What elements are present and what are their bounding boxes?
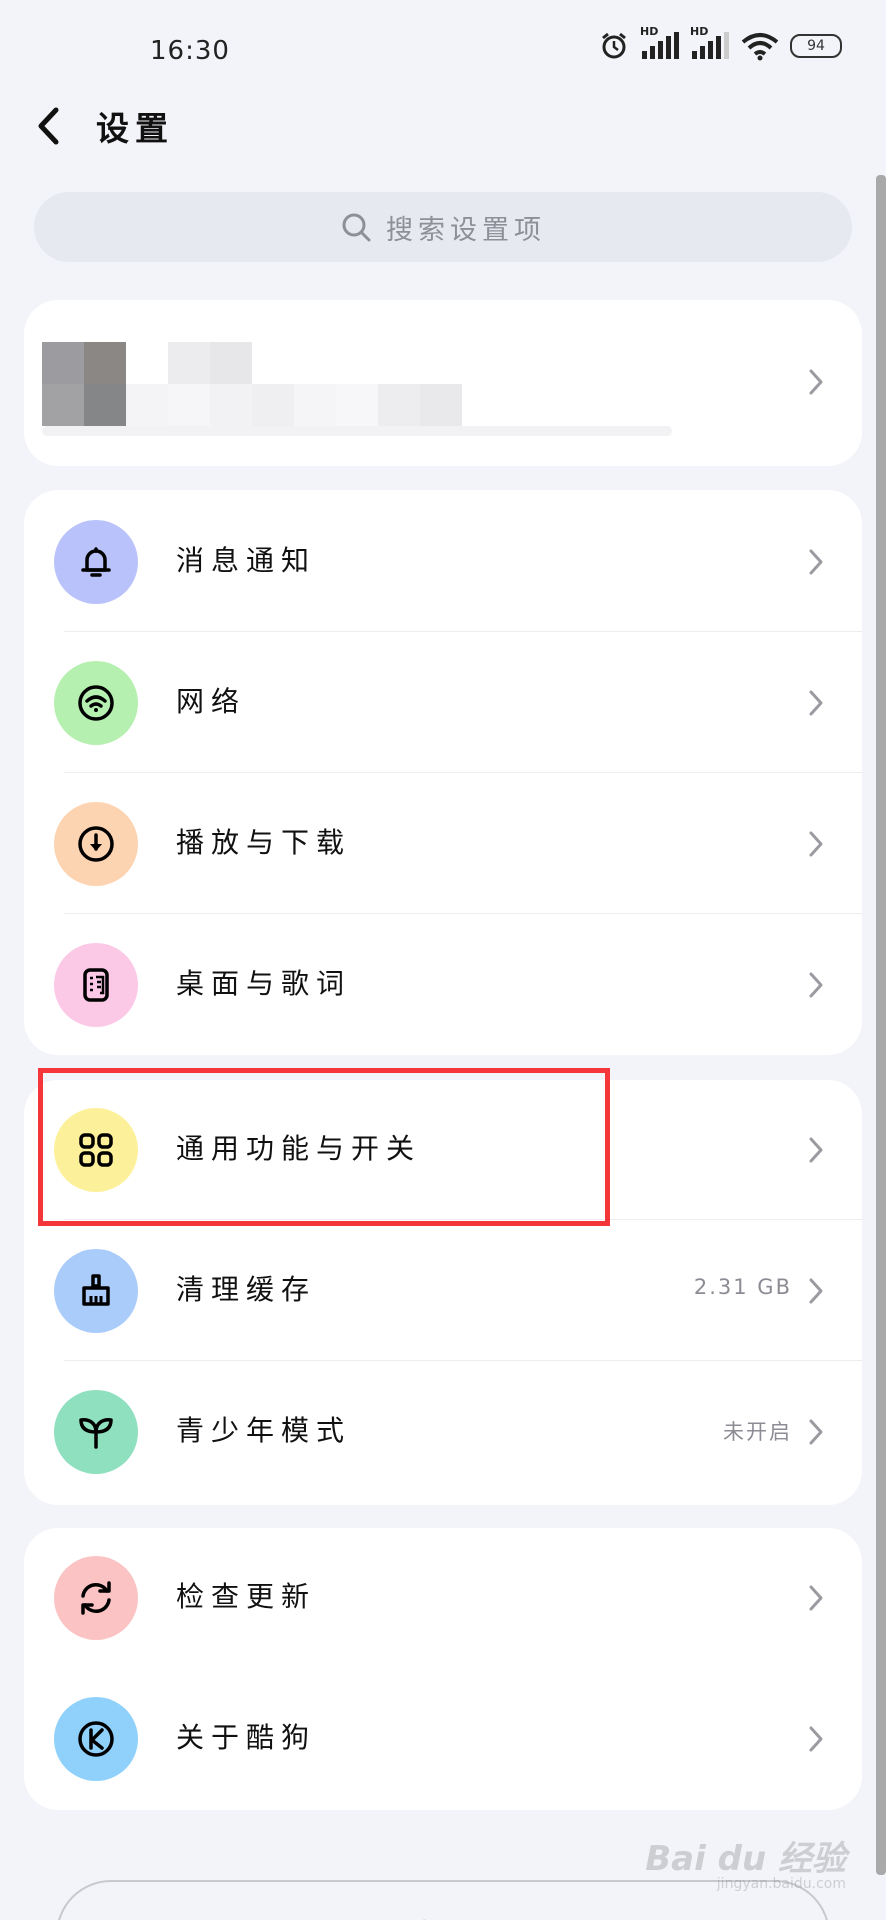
scrollbar[interactable] xyxy=(876,175,886,1875)
row-label: 清理缓存 xyxy=(176,1273,317,1306)
watermark-logo: Bai du 经验 xyxy=(645,1839,846,1879)
bell-icon xyxy=(54,520,138,604)
divider xyxy=(64,631,862,632)
download-icon xyxy=(54,802,138,886)
settings-group-3: 检查更新 关于酷狗 xyxy=(24,1528,862,1810)
teen-mode-status: 未开启 xyxy=(723,1420,792,1444)
row-about-kugou[interactable]: 关于酷狗 xyxy=(24,1669,862,1809)
chevron-right-icon xyxy=(804,1134,828,1166)
chevron-right-icon xyxy=(804,1275,828,1307)
lyrics-icon xyxy=(54,943,138,1027)
search-placeholder: 搜索设置项 xyxy=(386,214,546,246)
divider xyxy=(64,772,862,773)
row-label: 关于酷狗 xyxy=(176,1721,317,1754)
chevron-right-icon xyxy=(804,969,828,1001)
avatar xyxy=(42,342,546,426)
chevron-right-icon xyxy=(804,546,828,578)
alarm-icon xyxy=(598,30,630,62)
chevron-right-icon xyxy=(804,1582,828,1614)
chevron-right-icon xyxy=(804,1723,828,1755)
divider xyxy=(64,913,862,914)
row-notifications[interactable]: 消息通知 xyxy=(24,492,862,632)
broom-icon xyxy=(54,1249,138,1333)
search-input[interactable]: 搜索设置项 xyxy=(34,192,852,262)
wifi-icon xyxy=(54,661,138,745)
row-label: 桌面与歌词 xyxy=(176,967,352,1000)
back-arrow-icon xyxy=(38,107,59,145)
highlight-annotation xyxy=(38,1068,610,1226)
network-type-1: HD xyxy=(640,25,659,38)
network-type-2: HD xyxy=(690,25,709,38)
watermark: Bai du 经验 jingyan.baidu.com xyxy=(645,1831,846,1892)
chevron-right-icon xyxy=(804,366,828,398)
signal-icon-1: HD xyxy=(640,25,680,61)
settings-group-1: 消息通知 网络 播放与下载 桌面与歌词 xyxy=(24,490,862,1055)
row-play-download[interactable]: 播放与下载 xyxy=(24,774,862,914)
page-title: 设置 xyxy=(96,109,174,148)
row-check-update[interactable]: 检查更新 xyxy=(24,1528,862,1668)
profile-blur xyxy=(42,426,672,436)
back-button[interactable] xyxy=(28,102,68,150)
row-teen-mode[interactable]: 青少年模式 未开启 xyxy=(24,1362,862,1502)
refresh-icon xyxy=(54,1556,138,1640)
cache-size-value: 2.31 GB xyxy=(693,1275,792,1299)
chevron-right-icon xyxy=(804,828,828,860)
status-bar: 16:30 HD HD 94 xyxy=(0,0,886,100)
header: 设置 xyxy=(0,90,886,160)
row-network[interactable]: 网络 xyxy=(24,633,862,773)
signal-icon-2: HD xyxy=(690,25,730,61)
row-label: 网络 xyxy=(176,685,247,718)
row-label: 青少年模式 xyxy=(176,1414,352,1447)
profile-card[interactable] xyxy=(24,300,862,466)
kugou-logo-icon xyxy=(54,1697,138,1781)
row-clear-cache[interactable]: 清理缓存 2.31 GB xyxy=(24,1221,862,1361)
row-label: 播放与下载 xyxy=(176,826,352,859)
status-icons: HD HD 94 xyxy=(598,25,842,62)
row-label: 检查更新 xyxy=(176,1580,317,1613)
battery-icon: 94 xyxy=(790,34,842,58)
sprout-icon xyxy=(54,1390,138,1474)
wifi-status-icon xyxy=(740,31,780,61)
chevron-right-icon xyxy=(804,687,828,719)
status-time: 16:30 xyxy=(150,36,230,66)
row-desktop-lyrics[interactable]: 桌面与歌词 xyxy=(24,915,862,1055)
row-label: 消息通知 xyxy=(176,544,317,577)
chevron-right-icon xyxy=(804,1416,828,1448)
search-icon xyxy=(342,213,371,242)
divider xyxy=(64,1360,862,1361)
logout-label: 退出登录 xyxy=(58,1912,828,1920)
